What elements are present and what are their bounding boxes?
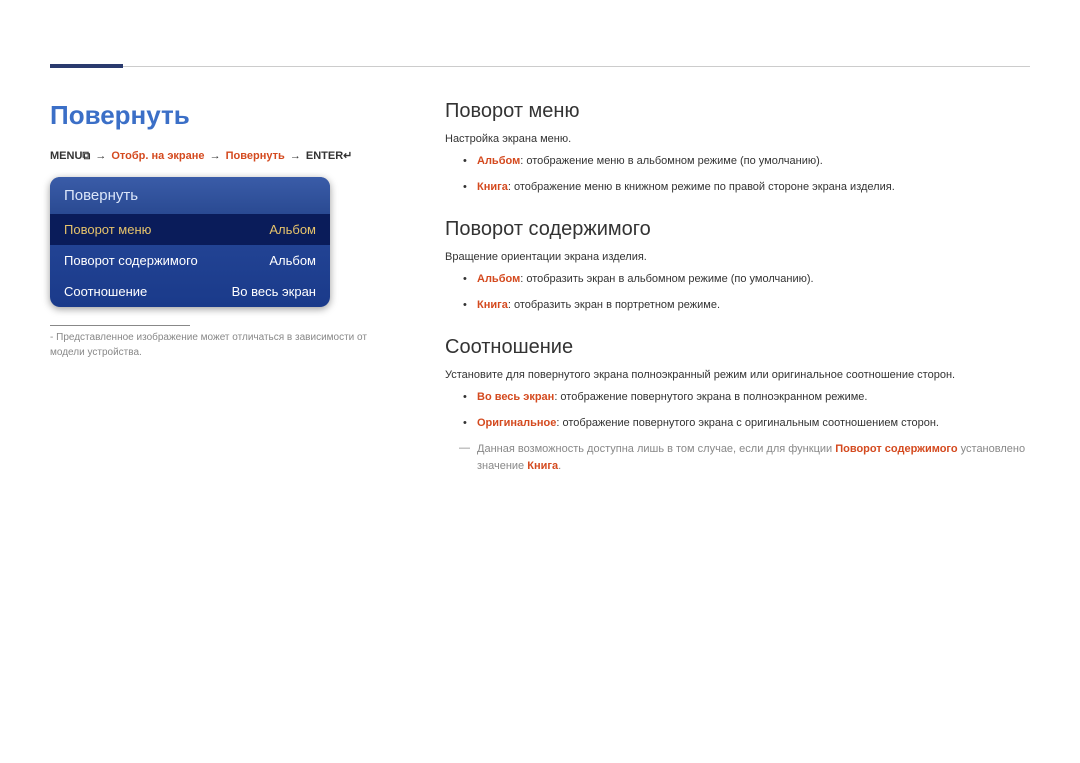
list-item: Оригинальное: отображение повернутого эк… <box>463 415 1030 433</box>
osd-row-value: Альбом <box>269 222 316 237</box>
breadcrumb-arrow: → <box>290 150 301 162</box>
bullet-bold: Альбом <box>477 155 520 167</box>
bullet-list: Во весь экран: отображение повернутого э… <box>445 389 1030 432</box>
bullet-bold: Во весь экран <box>477 391 554 403</box>
note-accent: Книга <box>527 460 558 472</box>
bullet-bold: Книга <box>477 299 508 311</box>
osd-row-value: Альбом <box>269 253 316 268</box>
left-column: Повернуть MENU⧉ → Отобр. на экране → Пов… <box>50 100 395 476</box>
osd-row-label: Поворот содержимого <box>64 253 198 268</box>
section-desc: Настройка экрана меню. <box>445 133 1030 145</box>
osd-menu-row[interactable]: Соотношение Во весь экран <box>50 276 330 307</box>
header-divider <box>123 66 1030 67</box>
breadcrumb-p2: Повернуть <box>226 150 285 162</box>
osd-row-value: Во весь экран <box>232 284 316 299</box>
list-item: Альбом: отображение меню в альбомном реж… <box>463 153 1030 171</box>
bullet-text: : отображение повернутого экрана с ориги… <box>556 417 939 429</box>
breadcrumb-arrow: → <box>95 150 106 162</box>
section-title: Поворот содержимого <box>445 218 1030 241</box>
section-title: Поворот меню <box>445 100 1030 123</box>
osd-menu-row[interactable]: Поворот меню Альбом <box>50 214 330 245</box>
list-item: Альбом: отобразить экран в альбомном реж… <box>463 271 1030 289</box>
list-item: Во весь экран: отображение повернутого э… <box>463 389 1030 407</box>
footnote-dash: - <box>50 332 53 343</box>
breadcrumb-enter: ENTER <box>306 150 343 162</box>
menu-icon: ⧉ <box>82 150 90 162</box>
breadcrumb-menu: MENU <box>50 150 82 162</box>
bullet-text: : отображение повернутого экрана в полно… <box>554 391 867 403</box>
bullet-bold: Книга <box>477 181 508 193</box>
osd-row-label: Соотношение <box>64 284 147 299</box>
list-item: Книга: отобразить экран в портретном реж… <box>463 297 1030 315</box>
bullet-text: : отображение меню в книжном режиме по п… <box>508 181 895 193</box>
osd-menu-row[interactable]: Поворот содержимого Альбом <box>50 245 330 276</box>
list-item: Книга: отображение меню в книжном режиме… <box>463 179 1030 197</box>
section-note: Данная возможность доступна лишь в том с… <box>445 441 1030 476</box>
footnote-text: Представленное изображение может отличат… <box>50 332 367 358</box>
bullet-text: : отобразить экран в портретном режиме. <box>508 299 720 311</box>
section-desc: Вращение ориентации экрана изделия. <box>445 251 1030 263</box>
note-post: . <box>558 460 561 472</box>
note-accent: Поворот содержимого <box>835 443 957 455</box>
bullet-list: Альбом: отображение меню в альбомном реж… <box>445 153 1030 196</box>
note-pre: Данная возможность доступна лишь в том с… <box>477 443 835 455</box>
bullet-list: Альбом: отобразить экран в альбомном реж… <box>445 271 1030 314</box>
footnote-divider <box>50 325 190 326</box>
bullet-text: : отобразить экран в альбомном режиме (п… <box>520 273 813 285</box>
bullet-bold: Альбом <box>477 273 520 285</box>
osd-row-label: Поворот меню <box>64 222 151 237</box>
enter-icon: ↵ <box>343 150 352 162</box>
page-title: Повернуть <box>50 100 395 131</box>
page-content: Повернуть MENU⧉ → Отобр. на экране → Пов… <box>50 100 1030 476</box>
breadcrumb: MENU⧉ → Отобр. на экране → Повернуть → E… <box>50 149 395 163</box>
bullet-text: : отображение меню в альбомном режиме (п… <box>520 155 823 167</box>
right-column: Поворот меню Настройка экрана меню. Альб… <box>445 100 1030 476</box>
breadcrumb-p1: Отобр. на экране <box>111 150 204 162</box>
osd-menu-box: Повернуть Поворот меню Альбом Поворот со… <box>50 177 330 307</box>
bullet-bold: Оригинальное <box>477 417 556 429</box>
section-desc: Установите для повернутого экрана полноэ… <box>445 369 1030 381</box>
breadcrumb-arrow: → <box>210 150 221 162</box>
section-title: Соотношение <box>445 336 1030 359</box>
footnote: - Представленное изображение может отлич… <box>50 330 395 360</box>
header-accent-bar <box>50 64 123 68</box>
osd-menu-header: Повернуть <box>50 177 330 214</box>
